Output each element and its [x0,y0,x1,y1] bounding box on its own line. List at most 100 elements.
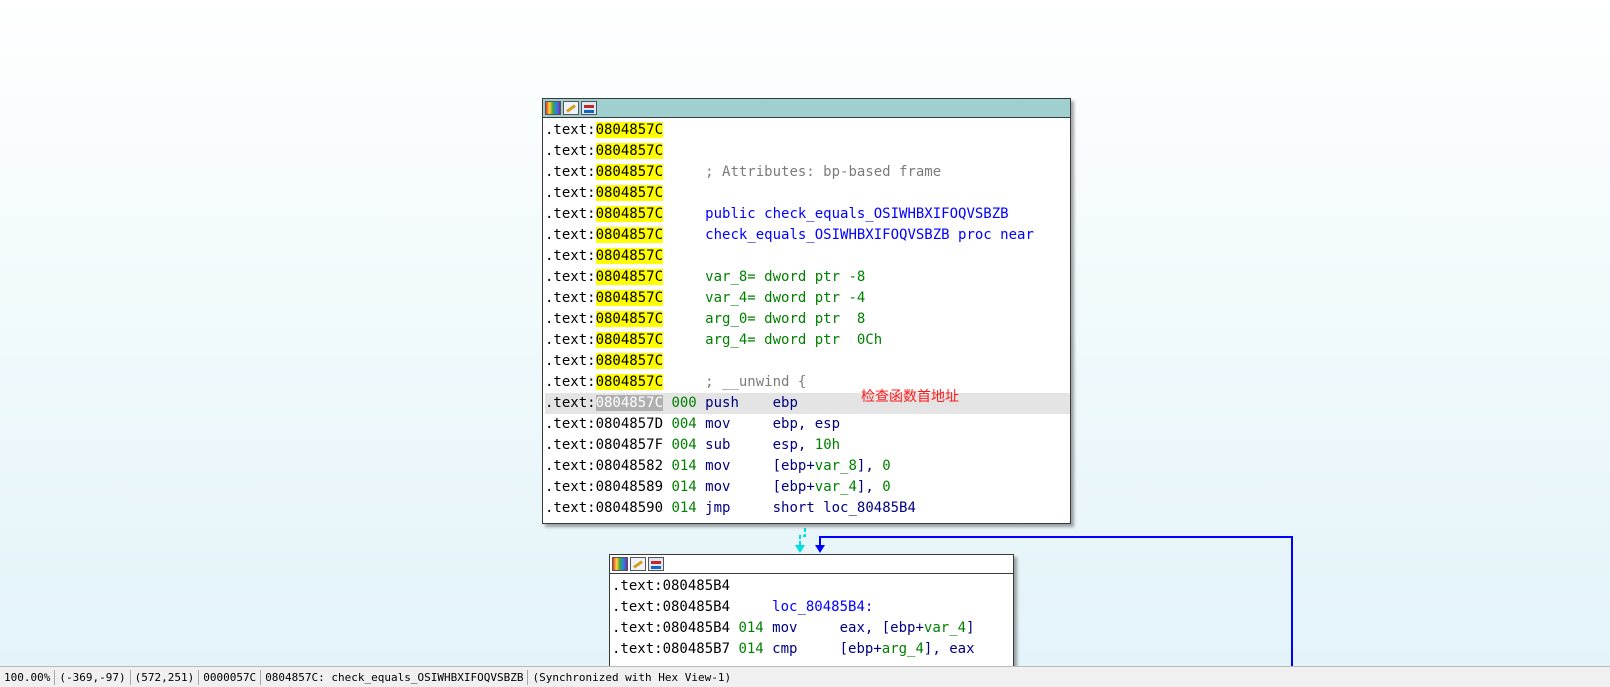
code-line[interactable]: .text:0804857C [545,183,1070,204]
code-line[interactable]: .text:0804857F 004 sub esp, 10h [545,435,1070,456]
line-address[interactable]: 0804857C [595,122,664,138]
instruction-mnemonic[interactable]: mov [705,479,772,495]
code-line[interactable]: .text:0804857C [545,246,1070,267]
line-address[interactable]: 0804857C [595,353,664,369]
code-line[interactable]: .text:0804857C var_8= dword ptr -8 [545,267,1070,288]
instruction-operands[interactable]: [ebp+var_4], 0 [773,479,891,495]
instruction-operands[interactable]: eax, [ebp+var_4] [840,620,975,636]
rename-node-icon[interactable] [563,101,579,115]
group-nodes-icon[interactable] [648,557,664,571]
instruction-mnemonic[interactable]: mov [705,458,772,474]
code-line[interactable]: .text:080485B4 014 mov eax, [ebp+var_4] [612,618,1013,639]
instruction-operands[interactable]: ebp [773,395,798,411]
status-bar: 100.00% (-369,-97) (572,251) 0000057C 08… [0,666,1610,687]
line-content[interactable]: arg_4= dword ptr 0Ch [663,332,882,348]
segment-prefix: .text: [545,374,596,390]
code-line[interactable]: .text:0804857C [545,120,1070,141]
segment-prefix: .text: [545,290,596,306]
stack-pointer-offset: 004 [663,437,706,453]
instruction-mnemonic[interactable]: sub [705,437,772,453]
line-address[interactable]: 0804857C [595,374,664,390]
node-color-icon[interactable] [545,101,561,115]
graph-node-function-entry[interactable]: .text:0804857C .text:0804857C .text:080485… [542,98,1071,524]
code-line[interactable]: .text:0804857C var_4= dword ptr -4 [545,288,1070,309]
instruction-mnemonic[interactable]: mov [772,620,839,636]
line-address[interactable]: 080485B4 [663,599,730,615]
line-address[interactable]: 0804857C [595,395,664,411]
node-disassembly[interactable]: .text:0804857C .text:0804857C .text:080485… [543,118,1070,519]
line-address[interactable]: 0804857C [595,269,664,285]
instruction-operands[interactable]: [ebp+arg_4], eax [840,641,975,657]
line-address[interactable]: 080485B7 [663,641,730,657]
instruction-operands[interactable]: esp, 10h [773,437,840,453]
line-address[interactable]: 0804857D [596,416,663,432]
instruction-operands[interactable]: [ebp+var_8], 0 [773,458,891,474]
segment-prefix: .text: [545,458,596,474]
instruction-mnemonic[interactable]: push [705,395,772,411]
graph-node-loc-80485B4[interactable]: .text:080485B4 .text:080485B4 loc_80485B4… [609,554,1014,666]
line-content[interactable]: var_8= dword ptr -8 [663,269,865,285]
line-address[interactable]: 0804857C [595,332,664,348]
line-address[interactable]: 08048589 [596,479,663,495]
code-line[interactable]: .text:08048589 014 mov [ebp+var_4], 0 [545,477,1070,498]
line-address[interactable]: 08048590 [596,500,663,516]
instruction-mnemonic[interactable]: cmp [772,641,839,657]
code-line[interactable]: .text:0804857C 000 push ebp [545,393,1070,414]
segment-prefix: .text: [612,578,663,594]
line-address[interactable]: 0804857C [595,143,664,159]
line-content[interactable]: var_4= dword ptr -4 [663,290,865,306]
code-line[interactable]: .text:08048590 014 jmp short loc_80485B4 [545,498,1070,519]
code-line[interactable]: .text:080485B7 014 cmp [ebp+arg_4], eax [612,639,1013,660]
code-line[interactable]: .text:0804857C arg_0= dword ptr 8 [545,309,1070,330]
code-line[interactable]: .text:080485B4 loc_80485B4: [612,597,1013,618]
line-content[interactable]: loc_80485B4: [730,599,873,615]
line-address[interactable]: 0804857C [595,185,664,201]
flow-edge-arrowhead [795,545,805,553]
node-title-bar[interactable] [543,99,1070,118]
code-line[interactable]: .text:0804857C ; Attributes: bp-based fr… [545,162,1070,183]
loop-back-arrowhead [815,545,825,553]
line-address[interactable]: 08048582 [596,458,663,474]
stack-pointer-offset: 004 [663,416,706,432]
segment-prefix: .text: [612,599,663,615]
line-address[interactable]: 080485B4 [663,578,730,594]
node-color-icon[interactable] [612,557,628,571]
line-address[interactable]: 0804857F [596,437,663,453]
line-content[interactable]: public check_equals_OSIWHBXIFOQVSBZB [663,206,1008,222]
instruction-operands[interactable]: short loc_80485B4 [773,500,916,516]
segment-prefix: .text: [545,332,596,348]
instruction-operands[interactable]: ebp, esp [773,416,840,432]
code-line[interactable]: .text:0804857C public check_equals_OSIWH… [545,204,1070,225]
line-address[interactable]: 0804857C [595,206,664,222]
segment-prefix: .text: [545,500,596,516]
rename-node-icon[interactable] [630,557,646,571]
line-content[interactable]: ; __unwind { [663,374,806,390]
code-line[interactable]: .text:0804857C [545,351,1070,372]
node-disassembly[interactable]: .text:080485B4 .text:080485B4 loc_80485B4… [610,574,1013,660]
group-nodes-icon[interactable] [581,101,597,115]
code-line[interactable]: .text:08048582 014 mov [ebp+var_8], 0 [545,456,1070,477]
line-address[interactable]: 0804857C [595,290,664,306]
code-line[interactable]: .text:0804857D 004 mov ebp, esp [545,414,1070,435]
code-line[interactable]: .text:0804857C arg_4= dword ptr 0Ch [545,330,1070,351]
line-content[interactable]: ; Attributes: bp-based frame [663,164,941,180]
line-address[interactable]: 0804857C [595,248,664,264]
graph-view[interactable]: .text:0804857C .text:0804857C .text:080485… [0,0,1610,666]
stack-pointer-offset: 014 [663,458,706,474]
code-line[interactable]: .text:0804857C [545,141,1070,162]
code-line[interactable]: .text:0804857C check_equals_OSIWHBXIFOQV… [545,225,1070,246]
stack-pointer-offset: 014 [663,479,706,495]
line-content[interactable]: arg_0= dword ptr 8 [663,311,865,327]
line-content[interactable]: check_equals_OSIWHBXIFOQVSBZB proc near [663,227,1034,243]
instruction-mnemonic[interactable]: jmp [705,500,772,516]
line-address[interactable]: 0804857C [595,311,664,327]
line-address[interactable]: 0804857C [595,164,664,180]
line-address[interactable]: 0804857C [595,227,664,243]
code-line[interactable]: .text:080485B4 [612,576,1013,597]
segment-prefix: .text: [612,620,663,636]
segment-prefix: .text: [545,164,596,180]
code-line[interactable]: .text:0804857C ; __unwind { [545,372,1070,393]
node-title-bar[interactable] [610,555,1013,574]
line-address[interactable]: 080485B4 [663,620,730,636]
instruction-mnemonic[interactable]: mov [705,416,772,432]
